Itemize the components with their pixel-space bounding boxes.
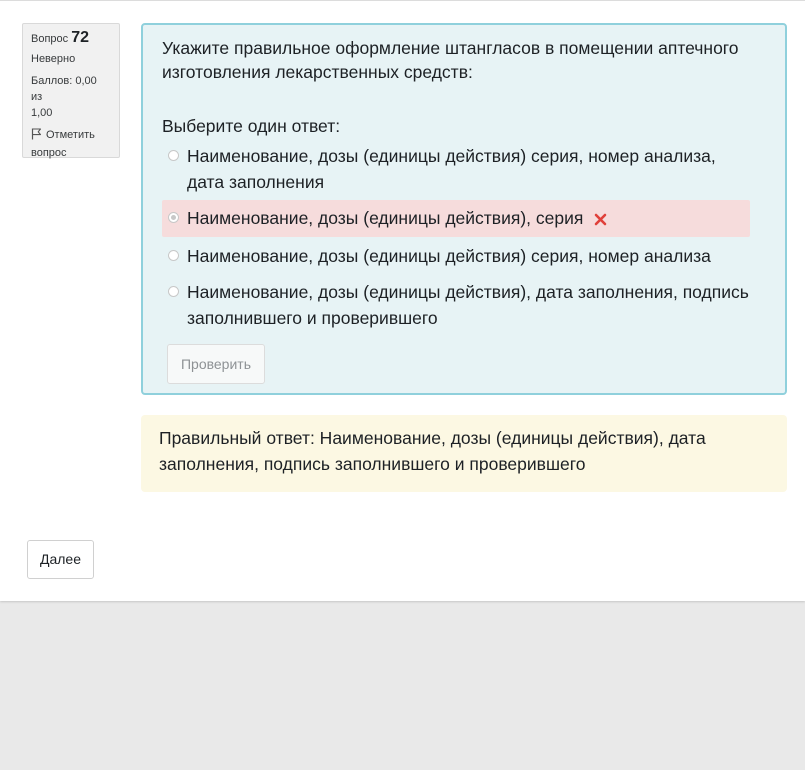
answer-radio-4[interactable]: [168, 286, 179, 297]
answer-radio-3[interactable]: [168, 250, 179, 261]
question-state: Неверно: [31, 53, 76, 65]
answer-label-1: Наименование, дозы (единицы действия) се…: [187, 146, 716, 192]
question-number: 72: [71, 29, 90, 46]
answer-radio-2[interactable]: [168, 212, 179, 223]
answer-label-2: Наименование, дозы (единицы действия), с…: [187, 208, 584, 228]
question-label: Вопрос: [31, 33, 69, 45]
answer-prompt: Выберите один ответ:: [162, 116, 341, 136]
answer-option-3[interactable]: Наименование, дозы (единицы действия) се…: [162, 243, 750, 269]
answer-label-3: Наименование, дозы (единицы действия) се…: [187, 246, 711, 266]
grade-line-1: Баллов: 0,00 из: [31, 75, 97, 103]
answer-radio-1[interactable]: [168, 150, 179, 161]
question-info-panel: Вопрос 72 Неверно Баллов: 0,00 из 1,00 О…: [22, 23, 120, 161]
cross-icon: [594, 207, 607, 233]
answer-label-4: Наименование, дозы (единицы действия), д…: [187, 282, 749, 328]
right-answer-feedback: Правильный ответ: Наименование, дозы (ед…: [141, 415, 787, 492]
question-text: Укажите правильное оформление штангласов…: [162, 38, 739, 82]
next-button[interactable]: Далее: [27, 540, 94, 579]
flag-icon: [31, 128, 43, 145]
question-formulation: Укажите правильное оформление штангласов…: [141, 23, 787, 395]
flag-label-line-1: Отметить: [46, 129, 95, 141]
answer-option-2[interactable]: Наименование, дозы (единицы действия), с…: [162, 200, 750, 237]
grade-line-2: 1,00: [31, 107, 53, 119]
check-button[interactable]: Проверить: [167, 344, 265, 384]
answer-option-1[interactable]: Наименование, дозы (единицы действия) се…: [162, 143, 750, 195]
question-grade: Баллов: 0,00 из 1,00: [31, 73, 111, 121]
question-number-row: Вопрос 72: [31, 30, 111, 47]
flag-label-line-2: вопрос: [31, 147, 67, 159]
answer-option-4[interactable]: Наименование, дозы (единицы действия), д…: [162, 279, 750, 331]
flag-question-link[interactable]: Отметить вопрос: [31, 127, 111, 161]
quiz-page: Вопрос 72 Неверно Баллов: 0,00 из 1,00 О…: [0, 0, 805, 601]
